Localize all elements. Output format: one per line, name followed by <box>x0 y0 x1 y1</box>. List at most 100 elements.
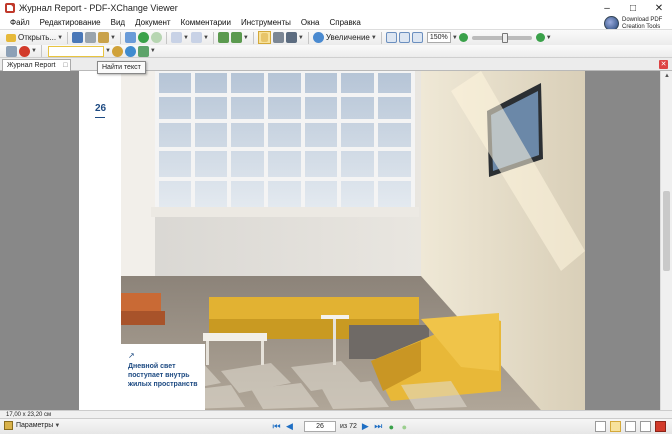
pdf-info-icon[interactable] <box>655 421 666 432</box>
separator <box>307 31 309 44</box>
fit-width-button[interactable] <box>411 31 423 44</box>
fit-width-icon <box>411 32 423 43</box>
secondary-toolbar: ▼ ▼ ▼ <box>0 45 672 58</box>
stamp-icon <box>137 45 149 57</box>
pdf-app-icon <box>5 3 15 13</box>
vertical-scrollbar[interactable]: ▲ <box>660 71 672 410</box>
actual-size-icon <box>385 32 397 43</box>
rotate-left-button[interactable] <box>217 31 229 44</box>
hand-tool-button[interactable] <box>257 31 271 44</box>
zoom-dropdown-arrow-icon[interactable]: ▼ <box>452 35 458 41</box>
window-title: Журнал Report - PDF-XChange Viewer <box>19 3 178 13</box>
menu-tools[interactable]: Инструменты <box>236 16 296 29</box>
current-page-input[interactable]: 26 <box>304 421 336 432</box>
last-page-icon[interactable]: ⏭ <box>373 421 384 432</box>
rotate-right-icon <box>230 32 242 43</box>
dropdown-arrow-icon: ▼ <box>370 34 377 41</box>
search-next-icon <box>124 45 136 57</box>
envelope-icon <box>98 32 110 43</box>
previous-page-icon[interactable]: ◀ <box>284 421 295 432</box>
title-bar: Журнал Report - PDF-XChange Viewer – □ ✕ <box>0 0 672 16</box>
menu-bar: Файл Редактирование Вид Документ Коммент… <box>0 16 672 29</box>
find-next-button[interactable] <box>124 45 136 58</box>
search-input[interactable] <box>47 45 104 57</box>
zoom-slider[interactable] <box>471 32 532 43</box>
continuous-view-icon[interactable] <box>610 421 621 432</box>
next-page-icon[interactable]: ▶ <box>360 421 371 432</box>
document-tab[interactable]: Журнал Report □ <box>2 59 71 71</box>
scroll-up-arrow-icon[interactable]: ▲ <box>661 71 672 81</box>
dropdown-arrow-icon: ▼ <box>545 34 552 41</box>
link-icon <box>6 45 17 57</box>
separator <box>67 31 69 44</box>
save-button[interactable] <box>72 31 84 44</box>
continuous-facing-view-icon[interactable] <box>640 421 651 432</box>
email-button[interactable]: ▼ <box>98 31 116 44</box>
document-tab-label: Журнал Report <box>7 62 56 69</box>
plus-circle-icon <box>535 33 545 42</box>
floppy-icon <box>72 32 84 43</box>
history-back-icon[interactable]: ● <box>386 421 397 432</box>
minimize-button[interactable]: – <box>594 0 620 16</box>
menu-help[interactable]: Справка <box>324 16 365 29</box>
scrollbar-thumb[interactable] <box>663 191 670 271</box>
rotate-right-button[interactable]: ▼ <box>230 31 249 44</box>
zoom-in-button[interactable]: ▼ <box>535 31 552 44</box>
magnifier-icon <box>312 32 324 43</box>
single-page-view-icon[interactable] <box>595 421 606 432</box>
menu-windows[interactable]: Окна <box>296 16 325 29</box>
first-page-icon[interactable]: ⏮ <box>271 421 282 432</box>
close-button[interactable]: ✕ <box>646 0 672 16</box>
find-text-button[interactable] <box>111 45 123 58</box>
fit-page-button[interactable] <box>398 31 410 44</box>
separator <box>212 31 214 44</box>
menu-edit[interactable]: Редактирование <box>35 16 106 29</box>
tab-close-icon[interactable]: □ <box>63 60 67 71</box>
back-button[interactable] <box>138 31 149 44</box>
parameters-button[interactable]: Параметры ▼ <box>4 421 60 430</box>
menu-file[interactable]: Файл <box>0 16 35 29</box>
snapshot-button[interactable]: ▼ <box>285 31 304 44</box>
link-tool-button[interactable] <box>6 45 17 58</box>
menu-view[interactable]: Вид <box>106 16 130 29</box>
folder-icon <box>6 33 16 42</box>
view-mode-buttons <box>593 421 668 432</box>
open-button[interactable]: Открыть... ▼ <box>6 31 63 44</box>
caption-text: Дневной свет поступает внутрь жилых прос… <box>128 363 198 388</box>
dropdown-arrow-icon: ▼ <box>54 422 61 429</box>
pdf-page: 26 ↗ Дневной свет поступает внутрь жилых… <box>79 71 585 410</box>
zoom-label: Увеличение <box>325 33 370 42</box>
dropdown-arrow-icon: ▼ <box>183 34 189 41</box>
menu-comments[interactable]: Комментарии <box>176 16 236 29</box>
rotate-left-icon <box>217 32 229 43</box>
separator <box>380 31 382 44</box>
minus-circle-icon <box>458 33 468 42</box>
dropdown-arrow-icon: ▼ <box>202 34 209 41</box>
print-button[interactable] <box>85 31 97 44</box>
redo-button[interactable]: ▼ <box>190 31 209 44</box>
document-viewer[interactable]: 26 ↗ Дневной свет поступает внутрь жилых… <box>0 71 660 410</box>
forward-button[interactable] <box>151 31 162 44</box>
maximize-button[interactable]: □ <box>620 0 646 16</box>
history-forward-icon[interactable]: ● <box>399 421 410 432</box>
close-document-button[interactable]: ✕ <box>659 60 668 69</box>
zoom-slider-knob[interactable] <box>501 32 508 43</box>
pdf-tools-button[interactable]: ▼ <box>19 45 37 58</box>
text-cursor-icon <box>272 32 284 43</box>
actual-size-button[interactable] <box>385 31 397 44</box>
back-arrow-icon <box>138 32 149 43</box>
search-dropdown-arrow-icon[interactable]: ▼ <box>105 48 111 54</box>
camera-icon <box>285 32 297 43</box>
scan-button[interactable] <box>125 31 136 44</box>
open-label: Открыть... <box>18 33 57 42</box>
zoom-level-input[interactable]: 150% <box>426 32 451 43</box>
page-count-label: из 72 <box>340 423 357 430</box>
select-text-button[interactable] <box>272 31 284 44</box>
menu-document[interactable]: Документ <box>130 16 176 29</box>
zoom-out-button[interactable] <box>458 31 468 44</box>
redo-icon <box>190 32 202 43</box>
undo-button[interactable]: ▼ <box>171 31 189 44</box>
zoom-tool-button[interactable]: Увеличение ▼ <box>312 31 377 44</box>
facing-view-icon[interactable] <box>625 421 636 432</box>
stamp-tool-button[interactable]: ▼ <box>137 45 156 58</box>
